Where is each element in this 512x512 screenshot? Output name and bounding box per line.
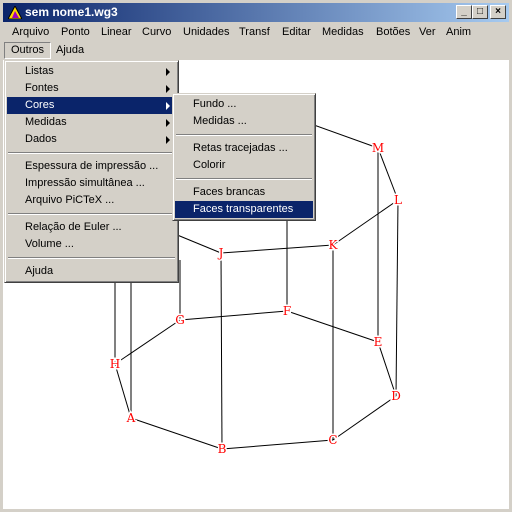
edge bbox=[332, 199, 399, 246]
submenu-arrow-icon bbox=[166, 102, 170, 110]
point-label-G[interactable]: G bbox=[174, 312, 187, 329]
point-label-A[interactable]: A bbox=[124, 410, 137, 427]
point-label-L[interactable]: L bbox=[393, 192, 404, 209]
menu-separator bbox=[8, 213, 175, 215]
menu-separator bbox=[8, 257, 175, 259]
window-title: sem nome1.wg3 bbox=[25, 5, 118, 19]
menu-item[interactable]: Faces transparentes bbox=[175, 201, 313, 218]
minimize-button[interactable]: _ bbox=[456, 5, 472, 19]
menu-item-label: Impressão simultânea ... bbox=[25, 177, 145, 189]
submenu-arrow-icon bbox=[166, 136, 170, 144]
point-label-J[interactable]: J bbox=[215, 245, 225, 262]
point-label-D[interactable]: D bbox=[390, 388, 403, 405]
menu-curvo[interactable]: Curvo bbox=[136, 24, 177, 41]
title-bar: sem nome1.wg3 _ □ × bbox=[3, 3, 509, 22]
menu-bar: Arquivo Ponto Linear Curvo Unidades Transf Edi… bbox=[3, 22, 509, 60]
edge bbox=[221, 439, 334, 450]
menu-editar[interactable]: Editar bbox=[276, 24, 317, 41]
menu-item-label: Colorir bbox=[193, 159, 226, 171]
menu-separator bbox=[8, 152, 175, 154]
menu-item-label: Medidas bbox=[25, 116, 67, 128]
menu-item-label: Arquivo PiCTeX ... bbox=[25, 194, 115, 206]
menu-ajuda[interactable]: Ajuda bbox=[50, 42, 90, 59]
menu-item[interactable]: Colorir bbox=[175, 157, 313, 174]
point-label-B[interactable]: B bbox=[216, 441, 228, 458]
edge bbox=[377, 341, 397, 397]
menu-arquivo[interactable]: Arquivo bbox=[6, 24, 55, 41]
menu-linear[interactable]: Linear bbox=[95, 24, 138, 41]
menu-item-label: Listas bbox=[25, 65, 54, 77]
menu-botões[interactable]: Botões bbox=[370, 24, 416, 41]
point-label-E[interactable]: E bbox=[372, 334, 384, 351]
menu-item-label: Fundo ... bbox=[193, 98, 237, 110]
point-label-K[interactable]: K bbox=[327, 237, 340, 254]
submenu-arrow-icon bbox=[166, 119, 170, 127]
menu-item-label: Volume ... bbox=[25, 238, 74, 250]
point-label-C[interactable]: C bbox=[327, 432, 339, 449]
outros-menu: Listas Fontes Cores Medidas Dados Espessura d… bbox=[4, 60, 179, 283]
menu-item[interactable]: Medidas bbox=[7, 114, 176, 131]
menu-medidas[interactable]: Medidas bbox=[316, 24, 370, 41]
menu-item-label: Relação de Euler ... bbox=[25, 221, 122, 233]
menu-item[interactable]: Faces brancas bbox=[175, 184, 313, 201]
menu-item[interactable]: Retas tracejadas ... bbox=[175, 140, 313, 157]
menu-item-label: Retas tracejadas ... bbox=[193, 142, 288, 154]
point-label-H[interactable]: H bbox=[108, 356, 121, 373]
close-button[interactable]: × bbox=[490, 5, 506, 19]
menu-separator bbox=[176, 178, 312, 180]
edge bbox=[130, 417, 223, 450]
menu-item[interactable]: Dados bbox=[7, 131, 176, 148]
edge bbox=[220, 244, 334, 254]
menu-item-label: Ajuda bbox=[25, 265, 54, 277]
menu-item[interactable]: Impressão simultânea ... bbox=[7, 175, 176, 192]
point-label-M[interactable]: M bbox=[370, 140, 385, 157]
menu-item-label: Medidas ... bbox=[193, 115, 247, 127]
edge bbox=[114, 319, 181, 365]
edge bbox=[179, 310, 288, 321]
menu-item[interactable]: Espessura de impressão ... bbox=[7, 158, 176, 175]
menu-transf[interactable]: Transf bbox=[233, 24, 276, 41]
submenu-arrow-icon bbox=[166, 85, 170, 93]
edge bbox=[332, 395, 397, 441]
cores-submenu: Fundo ... Medidas ... Retas tracejadas ...… bbox=[172, 93, 316, 221]
edge bbox=[220, 252, 223, 450]
menu-separator bbox=[176, 134, 312, 136]
menu-item-label: Dados bbox=[25, 133, 57, 145]
point-label-F[interactable]: F bbox=[281, 303, 292, 320]
menu-item[interactable]: Volume ... bbox=[7, 236, 176, 253]
menu-item[interactable]: Cores bbox=[7, 97, 176, 114]
menu-outros[interactable]: Outros bbox=[4, 42, 52, 59]
menu-item[interactable]: Ajuda bbox=[7, 263, 176, 280]
menu-item[interactable]: Medidas ... bbox=[175, 113, 313, 130]
maximize-button[interactable]: □ bbox=[472, 5, 488, 19]
menu-item-label: Faces transparentes bbox=[193, 203, 294, 215]
menu-item-label: Cores bbox=[25, 99, 55, 111]
edge bbox=[395, 199, 399, 397]
menu-item[interactable]: Arquivo PiCTeX ... bbox=[7, 192, 176, 209]
menu-item-label: Faces brancas bbox=[193, 186, 266, 198]
menu-item[interactable]: Fundo ... bbox=[175, 96, 313, 113]
app-icon bbox=[8, 6, 22, 19]
menu-item[interactable]: Fontes bbox=[7, 80, 176, 97]
submenu-arrow-icon bbox=[166, 68, 170, 76]
menu-anim[interactable]: Anim bbox=[440, 24, 477, 41]
menu-unidades[interactable]: Unidades bbox=[177, 24, 235, 41]
menu-item[interactable]: Relação de Euler ... bbox=[7, 219, 176, 236]
menu-ponto[interactable]: Ponto bbox=[55, 24, 96, 41]
menu-item[interactable]: Listas bbox=[7, 63, 176, 80]
edge bbox=[114, 363, 132, 419]
menu-item-label: Fontes bbox=[25, 82, 59, 94]
menu-item-label: Espessura de impressão ... bbox=[25, 160, 159, 172]
menu-ver[interactable]: Ver bbox=[413, 24, 442, 41]
